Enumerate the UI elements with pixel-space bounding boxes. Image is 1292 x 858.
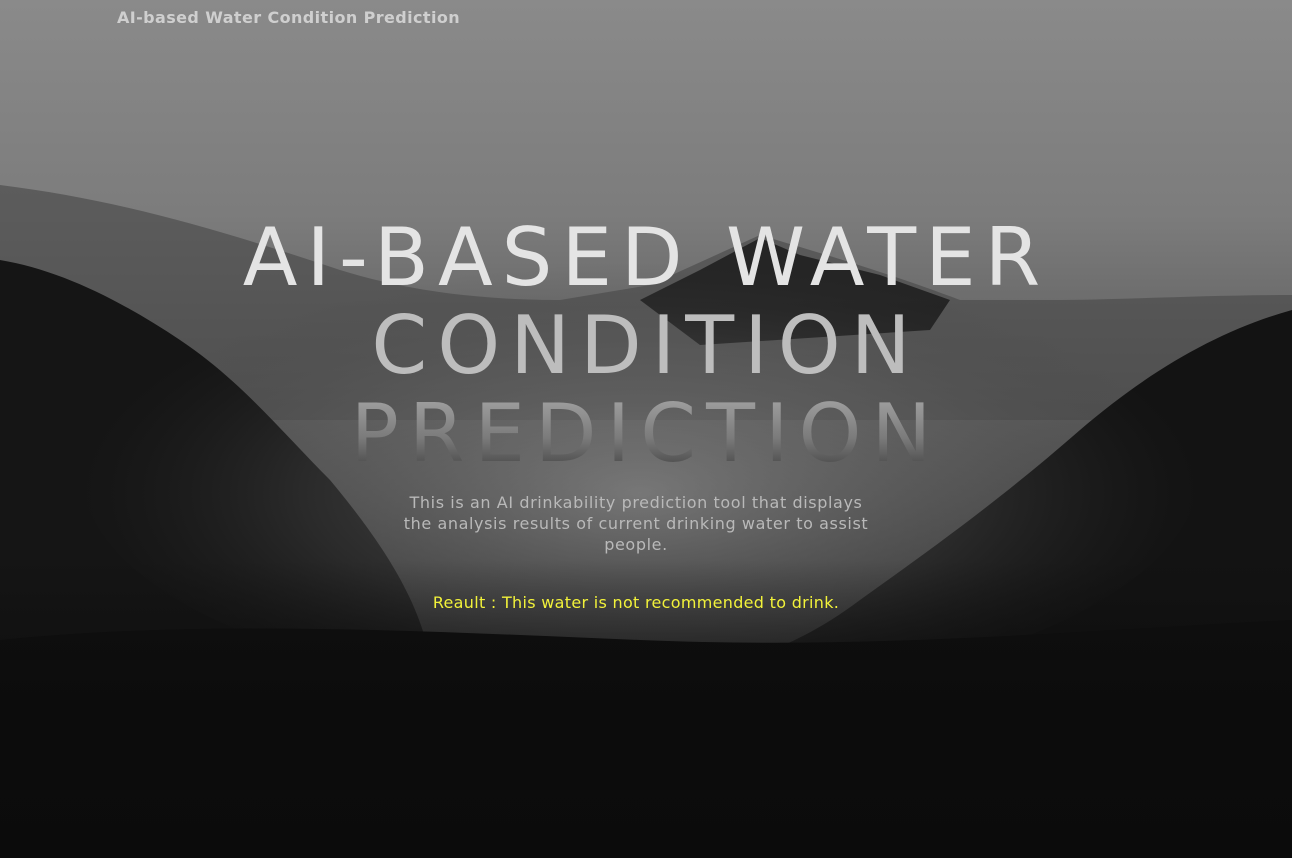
hero-title-line-1: AI-BASED WATER	[242, 211, 1050, 304]
hero-description: This is an AI drinkability prediction to…	[403, 493, 869, 554]
prediction-result-label: Reault :	[432, 593, 502, 612]
prediction-result: Reault : This water is not recommended t…	[0, 593, 1272, 612]
hero-title-line-3: PREDICTION	[0, 390, 1292, 478]
prediction-result-value: This water is not recommended to drink.	[501, 593, 840, 612]
hero-title-line-2: CONDITION	[371, 299, 921, 392]
hero-title: AI-BASED WATER CONDITION PREDICTION	[0, 214, 1292, 478]
page: AI-based Water Condition Prediction AI-B…	[0, 0, 1292, 858]
brand-link[interactable]: AI-based Water Condition Prediction	[117, 8, 460, 27]
